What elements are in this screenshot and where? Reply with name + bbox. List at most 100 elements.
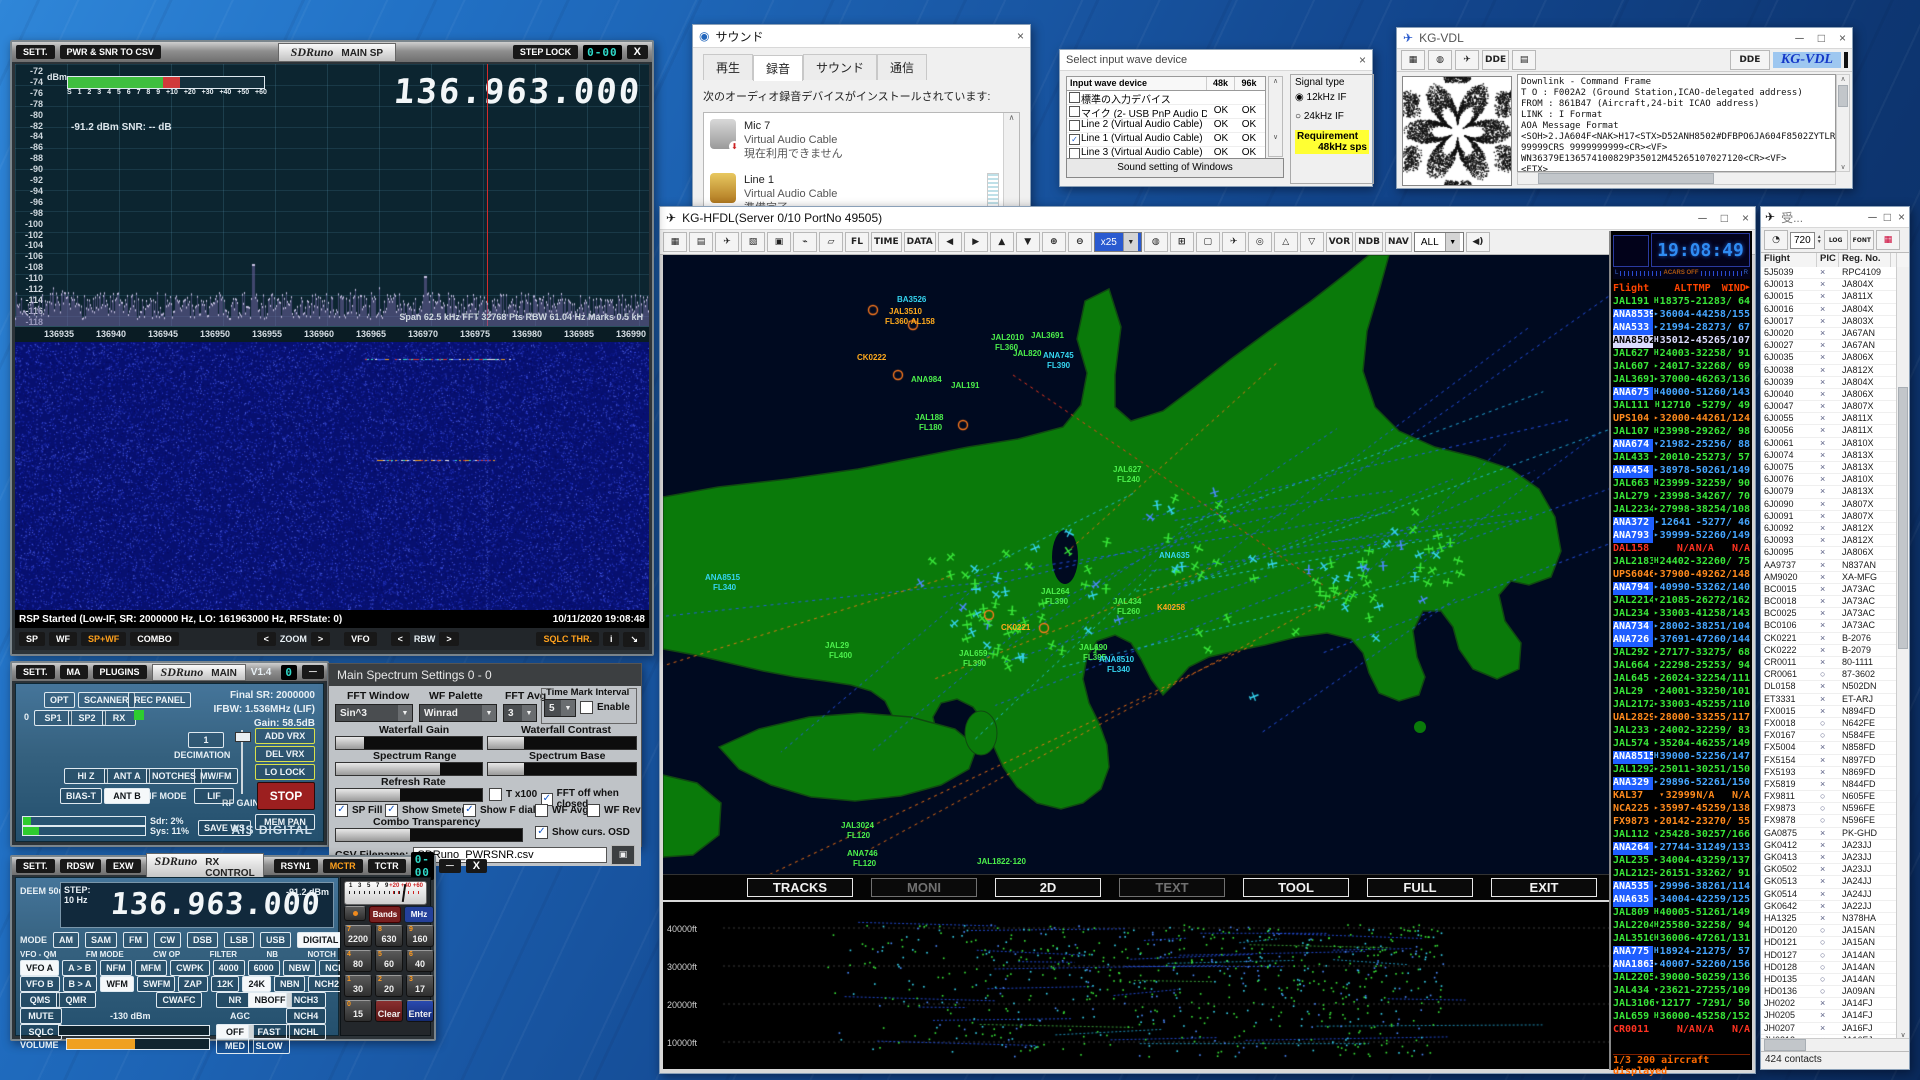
- kgvdl-maximize-button[interactable]: □: [1818, 31, 1825, 45]
- nch4-button[interactable]: NCH4: [286, 1008, 326, 1024]
- flight-data-panel[interactable]: 19:08:49 L ACARS OFF R Flight ALT TMP WI…: [1609, 231, 1752, 1070]
- rbw-down-button[interactable]: <: [391, 632, 410, 646]
- flight-row[interactable]: JAL664▸22298-25253/ 94: [1613, 660, 1750, 673]
- flight-row[interactable]: ANA675H40000-51260/143: [1613, 387, 1750, 400]
- table-row[interactable]: GK0642×JA22JJ: [1761, 901, 1897, 913]
- spinner-arrows[interactable]: ▲▼: [1817, 235, 1822, 245]
- color-button[interactable]: ▦: [1876, 230, 1900, 250]
- resize-grip[interactable]: ↘: [623, 632, 645, 647]
- map-settings-icon[interactable]: ▧: [741, 232, 765, 252]
- grid-icon[interactable]: ⊞: [1170, 232, 1194, 252]
- table-row[interactable]: 6J0079×JA813X: [1761, 486, 1897, 498]
- table-row[interactable]: 6J0090×JA807X: [1761, 499, 1897, 511]
- aircraft-tracks-layer[interactable]: [663, 255, 1611, 900]
- sound-setting-button[interactable]: Sound setting of Windows: [1066, 158, 1284, 178]
- table-row[interactable]: 6J0056×JA811X: [1761, 425, 1897, 437]
- keypad-60-button[interactable]: 560: [375, 950, 403, 972]
- flight-row[interactable]: JAL111H12710-5279/ 49: [1613, 400, 1750, 413]
- sp-sett-button[interactable]: SETT.: [16, 45, 55, 59]
- flight-row[interactable]: ANA372▸12641-5277/ 46: [1613, 517, 1750, 530]
- flight-row[interactable]: ANA8539▸36004-44258/155: [1613, 309, 1750, 322]
- mhz-button[interactable]: MHz: [404, 906, 434, 923]
- table-row[interactable]: BC0025×JA73AC: [1761, 608, 1897, 620]
- moni-button[interactable]: MONI: [871, 878, 977, 897]
- flight-row[interactable]: JAL663H23999-32259/ 90: [1613, 478, 1750, 491]
- ndb-icon[interactable]: NDB: [1355, 232, 1383, 252]
- rx-button[interactable]: RX: [102, 710, 136, 726]
- sqlc-button[interactable]: SQLC: [20, 1024, 62, 1040]
- flight-row[interactable]: JAL2205▴39000-50259/136: [1613, 972, 1750, 985]
- nav-icon[interactable]: NAV: [1385, 232, 1412, 252]
- zoom-in-icon[interactable]: ⊕: [1042, 232, 1066, 252]
- spectrum-settings-window[interactable]: Main Spectrum Settings 0 - 0 FFT Window …: [328, 663, 642, 847]
- wf-mode-button[interactable]: WF: [49, 632, 77, 646]
- hiz-button[interactable]: HI Z: [64, 768, 108, 784]
- table-row[interactable]: AA9737×N837AN: [1761, 560, 1897, 572]
- step-lock-button[interactable]: STEP LOCK: [513, 45, 578, 59]
- flight-row[interactable]: JAL1292▸25011-30251/150: [1613, 764, 1750, 777]
- spectrum-base-slider[interactable]: [487, 762, 637, 776]
- opt-button[interactable]: OPT: [44, 692, 75, 708]
- table-row[interactable]: FX9811○N605FE: [1761, 791, 1897, 803]
- vehicle-icon[interactable]: ▱: [819, 232, 843, 252]
- flight-row[interactable]: JAL2183H24402-32260/ 75: [1613, 556, 1750, 569]
- table-row[interactable]: HD0127○JA14AN: [1761, 950, 1897, 962]
- stop-button[interactable]: STOP: [257, 782, 315, 810]
- cwpk-button[interactable]: CWPK: [170, 960, 210, 976]
- aircraft-filter-select[interactable]: ALL▼: [1414, 232, 1464, 252]
- exit-button[interactable]: EXIT: [1491, 878, 1597, 897]
- table-row[interactable]: HD0135○JA14AN: [1761, 974, 1897, 986]
- table-row[interactable]: FX5154×N897FD: [1761, 755, 1897, 767]
- flight-row[interactable]: CR0011N/AN/AN/A: [1613, 1024, 1750, 1037]
- vdl-dde-icon[interactable]: DDE: [1482, 50, 1509, 70]
- dot-button[interactable]: [344, 906, 366, 921]
- contacts-minimize-button[interactable]: ─: [1868, 210, 1877, 224]
- data-filter-icon[interactable]: DATA: [904, 232, 936, 252]
- flight-row[interactable]: JAL433▸20010-25273/ 57: [1613, 452, 1750, 465]
- bias-t-button[interactable]: BIAS-T: [60, 788, 102, 804]
- contacts-vscrollbar[interactable]: ∨: [1896, 267, 1909, 1039]
- tmi-select[interactable]: 5▼: [544, 699, 576, 717]
- mode-usb[interactable]: USB: [260, 932, 291, 948]
- volume-slider[interactable]: [66, 1038, 210, 1050]
- log-window-icon[interactable]: ▤: [689, 232, 713, 252]
- qmr-button[interactable]: QMR: [56, 992, 96, 1008]
- flight-row[interactable]: JAL233▸24002-32259/ 83: [1613, 725, 1750, 738]
- wave-close-button[interactable]: ×: [1359, 53, 1366, 67]
- rx-close-button[interactable]: X: [466, 859, 487, 873]
- contacts-window[interactable]: ✈ 受... ─ □ × ◔ 720 ▲▼ LOG FONT ▦ FlightP…: [1760, 206, 1910, 1070]
- vdl-route-icon[interactable]: ✈: [1455, 50, 1479, 70]
- table-row[interactable]: GK0413×JA23JJ: [1761, 852, 1897, 864]
- wave-row-checkbox[interactable]: [1069, 120, 1080, 131]
- save-icon[interactable]: ▣: [767, 232, 791, 252]
- flight-row[interactable]: KAL37▾32999N/AN/A: [1613, 790, 1750, 803]
- scanner-button[interactable]: SCANNER: [78, 692, 135, 708]
- keypad-160-button[interactable]: 9160: [406, 925, 434, 947]
- table-row[interactable]: 6J0040×JA806X: [1761, 389, 1897, 401]
- flight-row[interactable]: JAL235▸34004-43259/137: [1613, 855, 1750, 868]
- rec-panel-button[interactable]: REC PANEL: [128, 692, 191, 708]
- zap-button[interactable]: ZAP: [178, 976, 208, 992]
- nchl-button[interactable]: NCHL: [286, 1024, 326, 1040]
- mode-dsb[interactable]: DSB: [187, 932, 218, 948]
- kghfdl-window[interactable]: ✈ KG-HFDL(Server 0/10 PortNo 49505) ─ □ …: [659, 206, 1756, 1074]
- table-row[interactable]: 6J0061×JA810X: [1761, 438, 1897, 450]
- mode-lsb[interactable]: LSB: [224, 932, 254, 948]
- vfo-b-button[interactable]: VFO B: [20, 976, 60, 992]
- filter-4000-button[interactable]: 4000: [213, 960, 245, 976]
- radio-12khz[interactable]: ◉ 12kHz IF: [1295, 92, 1369, 103]
- 2d-button[interactable]: 2D: [995, 878, 1101, 897]
- keypad-40-button[interactable]: 640: [406, 950, 434, 972]
- flight-row[interactable]: JAL627H24003-32258/ 91: [1613, 348, 1750, 361]
- zoom-out-icon[interactable]: ⊖: [1068, 232, 1092, 252]
- contacts-list[interactable]: 5J5039×RPC41096J0013×JA804X6J0015×JA811X…: [1761, 267, 1897, 1039]
- flight-row[interactable]: JAL2204H25580-32258/ 94: [1613, 920, 1750, 933]
- filter-6000-button[interactable]: 6000: [248, 960, 280, 976]
- table-row[interactable]: GA0875×PK-GHD: [1761, 828, 1897, 840]
- kgvdl-minimize-button[interactable]: ─: [1795, 31, 1804, 45]
- table-row[interactable]: GK0502×JA23JJ: [1761, 864, 1897, 876]
- table-row[interactable]: JH0205×JA14FJ: [1761, 1010, 1897, 1022]
- table-row[interactable]: HD0136○JA09AN: [1761, 986, 1897, 998]
- decimation-value[interactable]: 1: [188, 732, 224, 748]
- wave-device-window[interactable]: Select input wave device × Input wave de…: [1059, 49, 1373, 187]
